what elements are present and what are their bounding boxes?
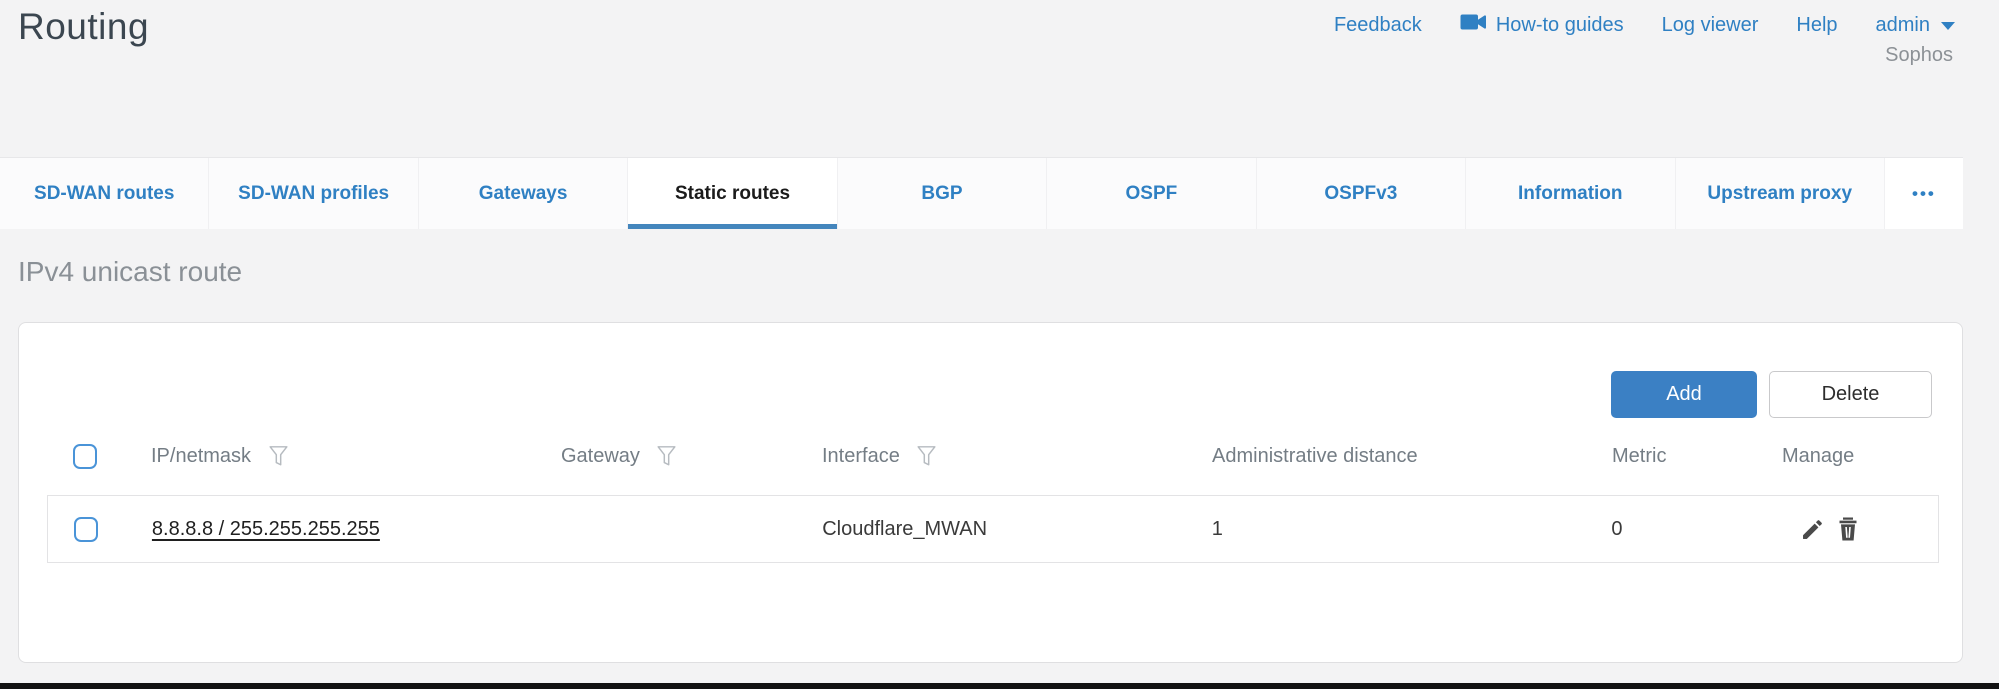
feedback-link-label: Feedback [1334,14,1422,37]
route-interface-value: Cloudflare_MWAN [822,518,987,540]
col-header-manage: Manage [1782,445,1854,468]
section-heading: IPv4 unicast route [18,256,242,288]
log-viewer-link[interactable]: Log viewer [1662,14,1759,37]
table-header-row: IP/netmask Gateway Interface Administrat… [47,428,1939,484]
panel-toolbar: Add Delete [1611,371,1932,418]
tab-upstream-proxy[interactable]: Upstream proxy [1676,158,1885,229]
trash-icon[interactable] [1835,516,1861,542]
tab-sd-wan-routes[interactable]: SD-WAN routes [0,158,209,229]
col-header-gateway: Gateway [561,445,640,468]
col-header-interface: Interface [822,445,900,468]
col-header-ip-netmask: IP/netmask [151,445,251,468]
delete-button[interactable]: Delete [1769,371,1932,418]
tab-ospfv3[interactable]: OSPFv3 [1257,158,1466,229]
funnel-icon[interactable] [914,443,940,469]
brand-label: Sophos [1885,44,1953,67]
table-row: 8.8.8.8 / 255.255.255.255 Cloudflare_MWA… [47,495,1939,563]
video-camera-icon [1460,12,1487,38]
tab-ospf[interactable]: OSPF [1047,158,1256,229]
window-edge-bar [0,683,1999,689]
user-menu[interactable]: admin [1876,14,1955,37]
tab-sd-wan-profiles[interactable]: SD-WAN profiles [209,158,418,229]
help-label: Help [1796,14,1837,37]
funnel-icon[interactable] [265,443,291,469]
route-ip-netmask-link[interactable]: 8.8.8.8 / 255.255.255.255 [152,518,380,540]
log-viewer-label: Log viewer [1662,14,1759,37]
routing-tab-bar: SD-WAN routes SD-WAN profiles Gateways S… [0,157,1963,229]
how-to-guides-link[interactable]: How-to guides [1460,12,1624,38]
pencil-icon[interactable] [1799,516,1825,542]
how-to-guides-label: How-to guides [1496,14,1624,37]
row-checkbox[interactable] [74,517,98,542]
tab-overflow-menu[interactable]: ••• [1885,158,1963,229]
col-header-metric: Metric [1612,445,1666,468]
page-title: Routing [18,6,149,48]
tab-information[interactable]: Information [1466,158,1675,229]
add-button[interactable]: Add [1611,371,1757,418]
route-metric-value: 0 [1611,518,1622,540]
ipv4-unicast-route-panel: Add Delete IP/netmask Gateway Interface … [18,322,1963,663]
select-all-checkbox[interactable] [73,444,97,469]
header-links: Feedback How-to guides Log viewer Help a… [1334,12,1955,38]
funnel-icon[interactable] [654,443,680,469]
feedback-link[interactable]: Feedback [1334,14,1422,37]
app-header: Routing Feedback How-to guides Log viewe… [0,0,1999,157]
caret-down-icon [1941,22,1955,30]
user-menu-label: admin [1876,14,1930,37]
col-header-administrative-distance: Administrative distance [1212,445,1418,468]
help-link[interactable]: Help [1796,14,1837,37]
tab-gateways[interactable]: Gateways [419,158,628,229]
tab-bgp[interactable]: BGP [838,158,1047,229]
tab-static-routes[interactable]: Static routes [628,158,837,229]
route-administrative-distance-value: 1 [1212,518,1223,540]
